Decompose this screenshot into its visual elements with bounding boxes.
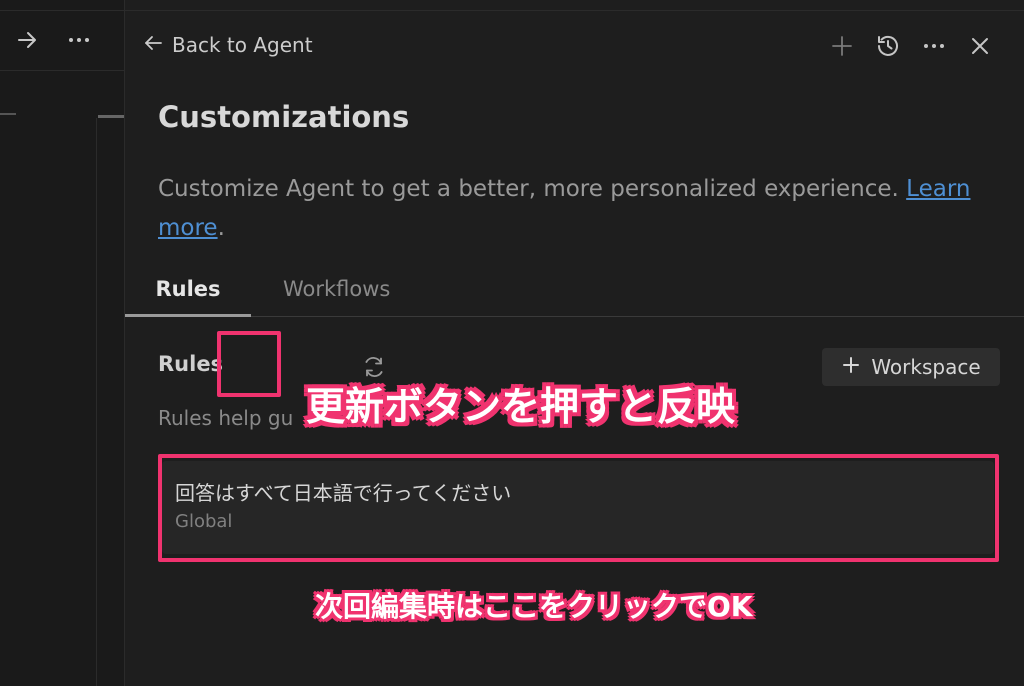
description-text: Customize Agent to get a better, more pe… xyxy=(158,176,907,202)
plus-icon xyxy=(841,355,861,379)
arrow-left-icon xyxy=(142,32,164,59)
left-pane-scroll-indicator[interactable] xyxy=(98,115,124,118)
rule-scope: Global xyxy=(175,511,233,532)
back-to-agent-label: Back to Agent xyxy=(172,33,313,57)
page-title: Customizations xyxy=(158,100,410,134)
panel-toolbar xyxy=(828,30,994,62)
ellipsis-icon[interactable] xyxy=(62,28,96,58)
panel-top-border xyxy=(125,10,1024,11)
left-pane-column-divider xyxy=(96,118,97,686)
add-workspace-rule-button[interactable]: Workspace xyxy=(822,348,1000,386)
left-pane-indent-mark xyxy=(0,113,16,115)
rules-section-title: Rules xyxy=(158,352,224,376)
card-callout: 次回編集時はここをクリックでOK xyxy=(315,590,753,623)
customizations-panel: Back to Agent Customizations Customize A… xyxy=(125,0,1024,686)
left-pane-divider xyxy=(0,70,124,71)
tab-rules[interactable]: Rules xyxy=(125,268,251,317)
tab-bar: Rules Workflows xyxy=(125,268,1024,317)
refresh-callout: 更新ボタンを押すと反映 xyxy=(306,385,736,430)
plus-icon[interactable] xyxy=(828,32,856,60)
close-icon[interactable] xyxy=(966,32,994,60)
rule-card[interactable]: 回答はすべて日本語で行ってください Global xyxy=(162,461,994,554)
add-workspace-label: Workspace xyxy=(871,355,981,379)
page-description: Customize Agent to get a better, more pe… xyxy=(158,170,998,248)
back-to-agent-button[interactable]: Back to Agent xyxy=(142,30,313,60)
description-end: . xyxy=(217,215,225,241)
left-editor-pane xyxy=(0,0,125,686)
arrow-right-icon[interactable] xyxy=(14,28,40,58)
history-icon[interactable] xyxy=(874,32,902,60)
rule-name: 回答はすべて日本語で行ってください xyxy=(175,481,512,505)
rules-help-text: Rules help gu xyxy=(158,406,294,430)
tab-workflows[interactable]: Workflows xyxy=(283,268,390,314)
ellipsis-icon[interactable] xyxy=(920,32,948,60)
